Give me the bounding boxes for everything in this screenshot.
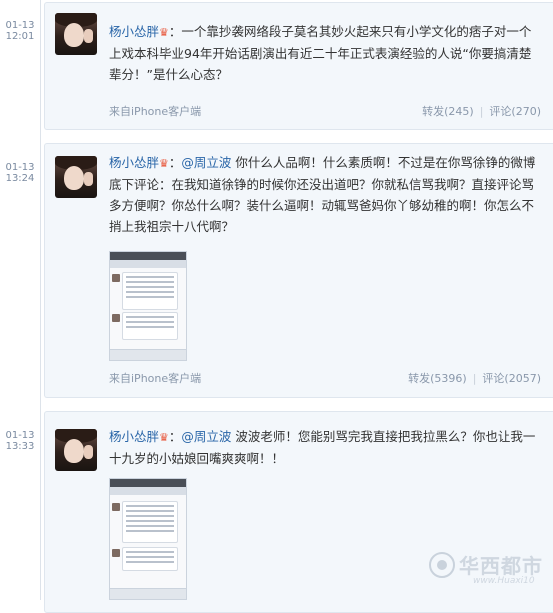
post-text: 你什么人品啊！什么素质啊！不过是在你骂徐铮的微博底下评论：在我知道徐铮的时候你还… [109, 155, 536, 234]
post-footer: 来自iPhone客户端 转发(245) | 评论(270) [109, 103, 541, 119]
divider: | [479, 105, 484, 118]
mention-link[interactable]: @周立波 [181, 155, 231, 170]
post-text: 波波老师！您能别骂完我直接把我拉黑么？你也让我一十九岁的小姑娘回嘴爽爽啊！！ [109, 429, 536, 466]
post-timestamp[interactable]: 01-13 13:33 [0, 430, 40, 452]
post-timestamp[interactable]: 01-13 13:24 [0, 162, 40, 184]
post-footer: 来自iPhone客户端 转发(5396) | 评论(2057) [109, 370, 541, 386]
repost-link[interactable]: 转发(245) [422, 105, 474, 118]
post-date: 01-13 [5, 162, 35, 173]
post-clock: 13:33 [5, 441, 35, 452]
mention-link[interactable]: @周立波 [181, 429, 231, 444]
post-timestamp[interactable]: 01-13 12:01 [0, 20, 40, 42]
attached-screenshot-thumbnail[interactable] [109, 251, 187, 361]
repost-link[interactable]: 转发(5396) [408, 372, 467, 385]
timeline-line [40, 0, 41, 600]
author-name[interactable]: 杨小怂胖 [109, 429, 159, 444]
comment-link[interactable]: 评论(270) [489, 105, 541, 118]
post-content: 杨小怂胖♛：@周立波 你什么人品啊！什么素质啊！不过是在你骂徐铮的微博底下评论：… [109, 155, 536, 234]
post-text: 一个靠抄袭网络段子莫名其妙火起来只有小学文化的痞子对一个上戏本科毕业94年开始话… [109, 24, 532, 82]
feed-post: 杨小怂胖♛：@周立波 你什么人品啊！什么素质啊！不过是在你骂徐铮的微博底下评论：… [44, 143, 553, 398]
post-clock: 13:24 [5, 173, 35, 184]
watermark-title: 华西都市 [459, 554, 543, 578]
author-name[interactable]: 杨小怂胖 [109, 155, 159, 170]
post-source: 来自iPhone客户端 [109, 105, 202, 118]
avatar[interactable] [55, 429, 97, 471]
crown-icon: ♛ [159, 157, 169, 170]
post-clock: 12:01 [5, 31, 35, 42]
post-source: 来自iPhone客户端 [109, 372, 202, 385]
site-watermark: 华西都市 www.Huaxi10 [429, 550, 547, 592]
crown-icon: ♛ [159, 431, 169, 444]
attached-screenshot-thumbnail[interactable] [109, 478, 187, 600]
watermark-url: www.Huaxi10 [473, 576, 535, 586]
post-date: 01-13 [5, 430, 35, 441]
author-name[interactable]: 杨小怂胖 [109, 24, 159, 39]
post-content: 杨小怂胖♛：@周立波 波波老师！您能别骂完我直接把我拉黑么？你也让我一十九岁的小… [109, 429, 536, 466]
post-date: 01-13 [5, 20, 35, 31]
divider: | [472, 372, 477, 385]
comment-link[interactable]: 评论(2057) [482, 372, 541, 385]
feed-post: 杨小怂胖♛：一个靠抄袭网络段子莫名其妙火起来只有小学文化的痞子对一个上戏本科毕业… [44, 2, 553, 130]
crown-icon: ♛ [159, 26, 169, 39]
avatar[interactable] [55, 13, 97, 55]
post-content: 杨小怂胖♛：一个靠抄袭网络段子莫名其妙火起来只有小学文化的痞子对一个上戏本科毕业… [109, 24, 532, 82]
watermark-logo-icon [429, 552, 455, 578]
avatar[interactable] [55, 156, 97, 198]
